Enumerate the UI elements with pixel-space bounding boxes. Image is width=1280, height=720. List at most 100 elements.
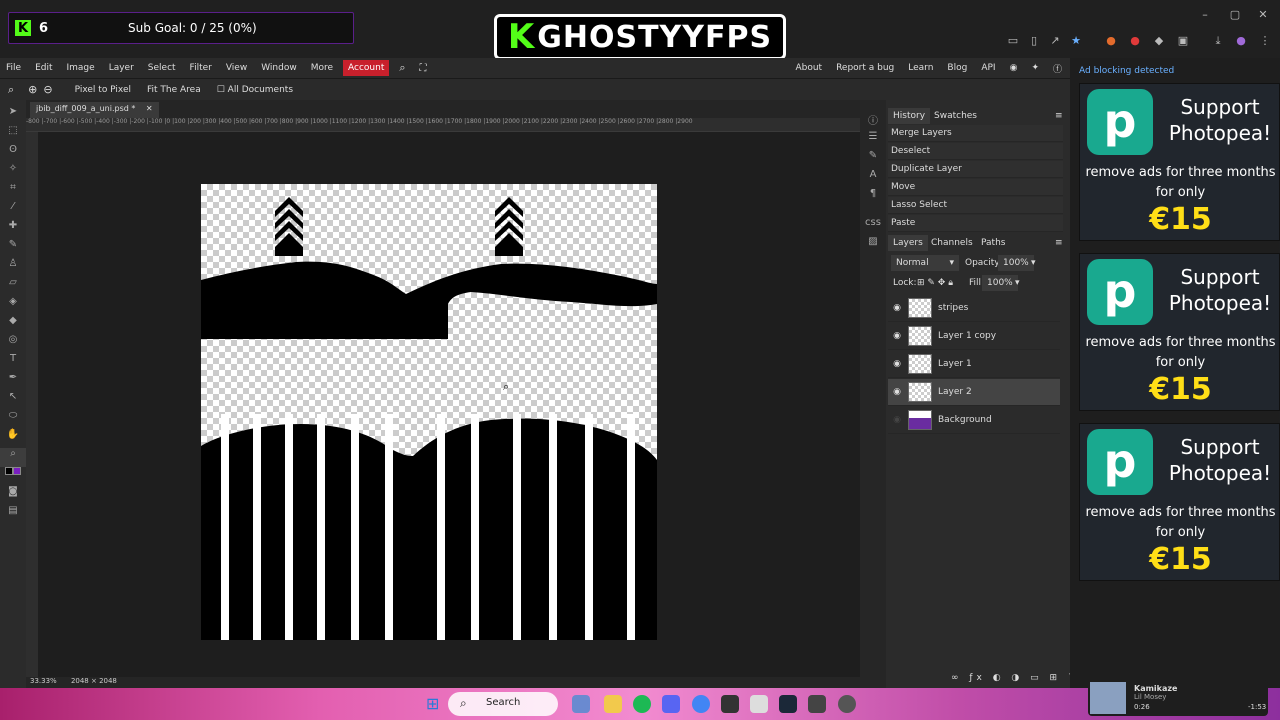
twitter-icon[interactable]: ✦	[1031, 63, 1039, 73]
layer-row[interactable]: ◉ Background	[888, 407, 1060, 434]
account-button[interactable]: Account	[343, 60, 390, 76]
all-documents-checkbox[interactable]: ☐ All Documents	[217, 85, 293, 95]
eraser-tool-icon[interactable]: ▱	[0, 277, 26, 296]
history-item[interactable]: Deselect	[888, 143, 1063, 160]
marquee-tool-icon[interactable]: ⬚	[0, 125, 26, 144]
magic-wand-icon[interactable]: ✧	[0, 163, 26, 182]
history-item[interactable]: Lasso Select	[888, 197, 1063, 214]
addon-icon[interactable]: ●	[1104, 34, 1118, 48]
eye-hidden-icon[interactable]: ◉	[888, 415, 906, 425]
crop-tool-icon[interactable]: ⌗	[0, 182, 26, 201]
reddit-icon[interactable]: ◉	[1010, 63, 1018, 73]
type-tool-icon[interactable]: T	[0, 353, 26, 372]
history-menu-icon[interactable]: ≡	[1050, 108, 1068, 124]
link-learn[interactable]: Learn	[908, 63, 933, 73]
spotify-icon[interactable]	[633, 695, 651, 713]
healing-tool-icon[interactable]: ✚	[0, 220, 26, 239]
bookmark-icon[interactable]: ▭	[1006, 34, 1020, 48]
link-blog[interactable]: Blog	[947, 63, 967, 73]
media-widget[interactable]: Kamikaze Lil Mosey 0:26 -1:53	[1088, 680, 1268, 716]
properties-icon[interactable]: ☰	[860, 131, 886, 150]
screen-mode-icon[interactable]: ▤	[0, 505, 26, 524]
blend-mode-select[interactable]: Normal ▾	[891, 255, 959, 271]
paragraph-icon[interactable]: ¶	[860, 188, 886, 207]
eye-icon[interactable]: ◉	[888, 359, 906, 369]
zoom-out-icon[interactable]: ⊖	[43, 83, 52, 96]
menu-select[interactable]: Select	[148, 63, 176, 73]
dodge-tool-icon[interactable]: ◎	[0, 334, 26, 353]
menu-file[interactable]: File	[6, 63, 21, 73]
color-swatches-icon[interactable]	[0, 467, 26, 486]
tab-swatches[interactable]: Swatches	[929, 108, 982, 124]
shape-tool-icon[interactable]: ⬭	[0, 410, 26, 429]
taskbar-search[interactable]: ⌕ Search	[448, 692, 558, 716]
eye-icon[interactable]: ◉	[888, 331, 906, 341]
tab-channels[interactable]: Channels	[926, 235, 978, 251]
minimize-icon[interactable]: –	[1198, 8, 1212, 22]
windows-start-icon[interactable]: ⊞	[426, 694, 444, 713]
move-tool-icon[interactable]: ➤	[0, 106, 26, 125]
eye-icon[interactable]: ◉	[888, 387, 906, 397]
download-icon[interactable]: ⤓	[1211, 34, 1225, 48]
profile-icon[interactable]: ●	[1234, 34, 1248, 48]
layer-row[interactable]: ◉ Layer 1 copy	[888, 323, 1060, 350]
menu-layer[interactable]: Layer	[109, 63, 134, 73]
close-tab-icon[interactable]: ✕	[146, 104, 153, 113]
history-item[interactable]: Move	[888, 179, 1063, 196]
chrome-icon[interactable]	[692, 695, 710, 713]
brush-tool-icon[interactable]: ✎	[0, 239, 26, 258]
menu-edit[interactable]: Edit	[35, 63, 52, 73]
menu-more[interactable]: More	[311, 63, 333, 73]
css-icon[interactable]: css	[860, 217, 886, 236]
photopea-ad[interactable]: p Support Photopea! remove ads for three…	[1079, 253, 1280, 411]
brush-panel-icon[interactable]: ✎	[860, 150, 886, 169]
tab-paths[interactable]: Paths	[976, 235, 1010, 251]
fit-area-button[interactable]: Fit The Area	[147, 85, 201, 95]
tab-history[interactable]: History	[888, 108, 931, 124]
stamp-tool-icon[interactable]: ♙	[0, 258, 26, 277]
layers-menu-icon[interactable]: ≡	[1050, 235, 1068, 251]
puzzle-icon[interactable]: ▣	[1176, 34, 1190, 48]
zoom-in-icon[interactable]: ⊕	[28, 83, 37, 96]
zoom-tool-active-icon[interactable]: ⌕	[0, 448, 26, 467]
history-item[interactable]: Paste	[888, 215, 1063, 232]
browser-menu-icon[interactable]: ⋮	[1258, 34, 1272, 48]
quick-mask-icon[interactable]: ◙	[0, 486, 26, 505]
photopea-ad[interactable]: p Support Photopea! remove ads for three…	[1079, 423, 1280, 581]
adblock-icon[interactable]: ●	[1128, 34, 1142, 48]
path-select-icon[interactable]: ↖	[0, 391, 26, 410]
extension-icon[interactable]: ↗	[1048, 34, 1062, 48]
opacity-dropdown-icon[interactable]: ▾	[1026, 255, 1041, 271]
image-panel-icon[interactable]: ▨	[860, 236, 886, 255]
fill-dropdown-icon[interactable]: ▾	[1010, 275, 1025, 291]
hand-tool-icon[interactable]: ✋	[0, 429, 26, 448]
search-icon[interactable]: ⌕	[399, 61, 405, 75]
file-explorer-icon[interactable]	[604, 695, 622, 713]
widgets-icon[interactable]	[572, 695, 590, 713]
discord-icon[interactable]	[662, 695, 680, 713]
document-icon[interactable]: ▯	[1027, 34, 1041, 48]
link-about[interactable]: About	[795, 63, 822, 73]
document-canvas[interactable]	[201, 184, 657, 640]
obs-icon[interactable]	[721, 695, 739, 713]
lasso-tool-icon[interactable]: ʘ	[0, 144, 26, 163]
layer-row[interactable]: ◉ stripes	[888, 295, 1060, 322]
menu-image[interactable]: Image	[67, 63, 95, 73]
lock-icons[interactable]: ⊞ ✎ ✥ 🔒︎	[912, 275, 958, 291]
fullscreen-icon[interactable]: ⛶	[420, 63, 427, 74]
history-item[interactable]: Merge Layers	[888, 125, 1063, 142]
layer-actions-icons[interactable]: ∞ ƒx ◐ ◑ ▭ ⊞ 🗑︎	[946, 670, 1088, 686]
photopea-ad[interactable]: p Support Photopea! remove ads for three…	[1079, 83, 1280, 241]
steam-icon[interactable]	[779, 695, 797, 713]
blur-tool-icon[interactable]: ◆	[0, 315, 26, 334]
diamond-icon[interactable]: ◆	[1152, 34, 1166, 48]
settings-gear-icon[interactable]	[838, 695, 856, 713]
layer-row[interactable]: ◉ Layer 1	[888, 351, 1060, 378]
maximize-icon[interactable]: ▢	[1228, 8, 1242, 22]
eye-icon[interactable]: ◉	[888, 303, 906, 313]
eyedropper-icon[interactable]: ⁄	[0, 201, 26, 220]
app-icon[interactable]	[808, 695, 826, 713]
history-item[interactable]: Duplicate Layer	[888, 161, 1063, 178]
star-icon[interactable]: ★	[1069, 34, 1083, 48]
notepad-icon[interactable]	[750, 695, 768, 713]
